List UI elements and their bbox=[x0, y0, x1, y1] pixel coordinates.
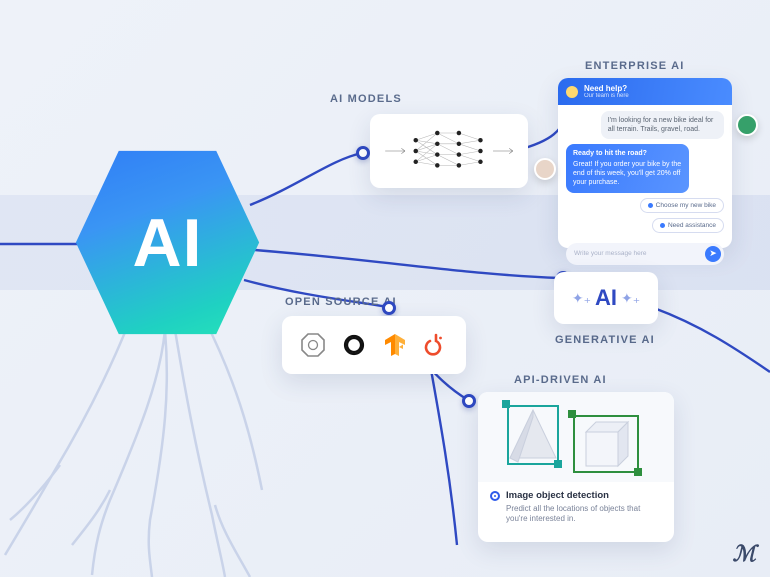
chip-label: Choose my new bike bbox=[656, 202, 716, 209]
node-api-driven bbox=[462, 394, 476, 408]
node-open-source bbox=[382, 301, 396, 315]
avatar-left bbox=[534, 158, 556, 180]
chat-header-subtitle: Our team is here bbox=[584, 93, 629, 99]
radio-icon bbox=[490, 491, 500, 501]
api-info: Image object detection Predict all the l… bbox=[478, 482, 674, 535]
sparkle-icon: ✦₊ bbox=[572, 290, 591, 307]
chat-chip-assist[interactable]: Need assistance bbox=[652, 218, 724, 233]
api-driven-ai-title: API-DRIVEN AI bbox=[514, 374, 607, 386]
send-button[interactable]: ➤ bbox=[705, 246, 721, 262]
node-ai-models bbox=[356, 146, 370, 160]
ai-models-card bbox=[370, 114, 528, 188]
chat-bubble-user: I'm looking for a new bike ideal for all… bbox=[601, 111, 724, 139]
enterprise-chat-card: Need help? Our team is here I'm looking … bbox=[558, 78, 732, 248]
sparkle-icon: ✦₊ bbox=[621, 290, 640, 307]
chat-bubble-bot: Ready to hit the road? Great! If you ord… bbox=[566, 144, 689, 192]
pytorch-icon bbox=[423, 332, 449, 358]
api-info-title: Image object detection bbox=[506, 490, 609, 501]
enterprise-ai-title: ENTERPRISE AI bbox=[585, 60, 685, 72]
ai-models-title: AI MODELS bbox=[330, 93, 402, 105]
chat-body: I'm looking for a new bike ideal for all… bbox=[558, 105, 732, 239]
chat-header: Need help? Our team is here bbox=[558, 78, 732, 105]
open-source-ai-title: OPEN SOURCE AI bbox=[285, 296, 397, 308]
open-source-card bbox=[282, 316, 466, 374]
chat-input-placeholder: Write your message here bbox=[574, 250, 699, 257]
api-radio[interactable]: Image object detection bbox=[490, 490, 662, 501]
ai-hexagon: AI bbox=[70, 145, 265, 340]
neural-network-icon bbox=[378, 122, 520, 180]
chat-header-title: Need help? bbox=[584, 84, 629, 93]
generative-ai-title: GENERATIVE AI bbox=[555, 334, 655, 346]
tensorflow-icon bbox=[382, 332, 408, 358]
api-info-desc: Predict all the locations of objects tha… bbox=[506, 504, 662, 525]
chat-chip-choose[interactable]: Choose my new bike bbox=[640, 198, 724, 213]
chat-bot-title: Ready to hit the road? bbox=[573, 149, 682, 158]
logo-mark: ℳ bbox=[732, 541, 756, 567]
octagon-icon bbox=[300, 332, 326, 358]
knot-icon bbox=[341, 332, 367, 358]
generative-ai-card: ✦₊ AI ✦₊ bbox=[554, 272, 658, 324]
chat-input[interactable]: Write your message here ➤ bbox=[566, 243, 724, 265]
generative-label: AI bbox=[595, 285, 617, 311]
avatar-right bbox=[736, 114, 758, 136]
avatar-icon bbox=[566, 86, 578, 98]
chat-bot-body: Great! If you order your bike by the end… bbox=[573, 160, 682, 187]
api-visual bbox=[478, 392, 674, 482]
send-icon: ➤ bbox=[709, 248, 717, 259]
chip-dot-icon bbox=[648, 203, 653, 208]
api-driven-card: Image object detection Predict all the l… bbox=[478, 392, 674, 542]
chip-dot-icon bbox=[660, 223, 665, 228]
chip-label: Need assistance bbox=[668, 222, 716, 229]
hexagon-label: AI bbox=[133, 204, 203, 282]
